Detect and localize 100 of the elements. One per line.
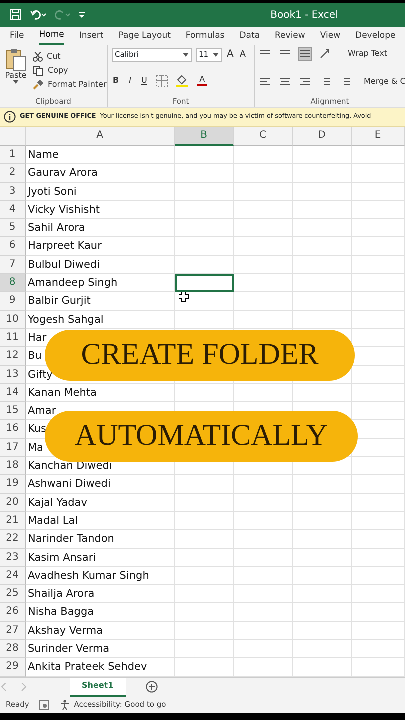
row-header[interactable]: 21 [0, 512, 26, 530]
paste-button[interactable]: Paste [4, 48, 28, 96]
table-cell [352, 292, 405, 311]
column-header[interactable]: E [352, 127, 405, 146]
table-cell [352, 146, 405, 164]
ribbon-tab[interactable]: Formulas [186, 27, 225, 45]
row-header[interactable]: 29 [0, 658, 26, 677]
row-header[interactable]: 22 [0, 530, 26, 549]
row-header[interactable]: 11 [0, 328, 26, 348]
table-cell [293, 182, 352, 201]
row-header[interactable]: 26 [0, 603, 26, 622]
row-header[interactable]: 24 [0, 566, 26, 586]
ribbon-tab[interactable]: View [320, 27, 341, 45]
row-header[interactable]: 23 [0, 548, 26, 567]
table-cell: Balbir Gurjit [26, 292, 175, 311]
table-cell: Amandeep Singh [26, 274, 175, 292]
row-header[interactable]: 2 [0, 164, 26, 183]
table-cell [175, 512, 234, 530]
table-cell [234, 256, 293, 274]
row-header[interactable]: 1 [0, 146, 26, 164]
borders-icon[interactable] [156, 74, 168, 87]
format-painter-button[interactable]: Format Painter [32, 80, 108, 90]
table-cell [293, 585, 352, 604]
table-cell [175, 530, 234, 549]
table-cell [234, 146, 293, 164]
ribbon-tab[interactable]: Page Layout [118, 27, 171, 45]
ribbon-tab[interactable]: Review [275, 27, 306, 45]
row-header[interactable]: 9 [0, 292, 26, 311]
brush-icon [33, 80, 44, 90]
italic-button[interactable]: I [128, 76, 132, 85]
copy-button[interactable]: Copy [32, 66, 108, 76]
table-cell: Sahil Arora [26, 219, 175, 238]
underline-button[interactable]: U [140, 76, 148, 85]
fill-bucket-icon[interactable] [176, 74, 188, 87]
caret-icon [213, 53, 219, 57]
sheet-tab[interactable]: Sheet1 [70, 678, 126, 697]
table-cell [293, 640, 352, 658]
row-header[interactable]: 27 [0, 622, 26, 640]
table-cell: Madal Lal [26, 512, 175, 530]
accessibility-icon [60, 700, 70, 710]
orientation-icon[interactable] [319, 48, 331, 60]
row-header[interactable]: 13 [0, 366, 26, 384]
row-header[interactable]: 15 [0, 402, 26, 420]
increase-font-size-button[interactable]: A [226, 50, 235, 60]
ribbon-tab[interactable]: Develope [356, 27, 396, 45]
row-header[interactable]: 25 [0, 585, 26, 604]
row-header[interactable]: 5 [0, 219, 26, 238]
table-cell: Ashwani Diwedi [26, 475, 175, 494]
ribbon-tab[interactable]: File [10, 27, 24, 45]
row-header[interactable]: 7 [0, 256, 26, 274]
undo-icon[interactable] [30, 9, 46, 21]
column-header[interactable]: A [26, 127, 175, 146]
row-header[interactable]: 4 [0, 200, 26, 220]
align-center-icon[interactable] [279, 76, 291, 88]
ribbon-tab[interactable]: Insert [79, 27, 104, 45]
row-header[interactable]: 28 [0, 640, 26, 658]
row-header[interactable]: 8 [0, 274, 26, 292]
row-header[interactable]: 19 [0, 475, 26, 494]
align-right-icon[interactable] [299, 76, 311, 88]
decrease-font-size-button[interactable]: A [238, 50, 248, 60]
table-cell [234, 548, 293, 567]
table-cell [293, 530, 352, 549]
table-cell [352, 310, 405, 329]
column-header[interactable]: D [293, 127, 352, 146]
table-cell: Yogesh Sahgal [26, 310, 175, 329]
bold-button[interactable]: B [112, 76, 120, 85]
table-cell [175, 146, 234, 164]
table-cell [234, 640, 293, 658]
macro-record-icon[interactable] [39, 700, 50, 710]
row-header[interactable]: 16 [0, 420, 26, 439]
row-header[interactable]: 17 [0, 438, 26, 458]
table-cell [352, 402, 405, 420]
ribbon-tab[interactable]: Data [240, 27, 260, 45]
column-header[interactable]: B [175, 127, 234, 146]
add-sheet-icon[interactable] [146, 681, 158, 694]
column-header[interactable]: C [234, 127, 293, 146]
table-cell [234, 182, 293, 201]
wrap-text-button[interactable]: Wrap Text [347, 50, 389, 58]
row-header[interactable]: 14 [0, 384, 26, 402]
save-icon[interactable] [10, 9, 22, 21]
row-header[interactable]: 6 [0, 237, 26, 256]
active-cell[interactable] [175, 274, 234, 292]
row-header[interactable]: 10 [0, 310, 26, 329]
bottom-align-icon[interactable] [299, 48, 311, 60]
table-cell [352, 548, 405, 567]
row-header[interactable]: 18 [0, 457, 26, 476]
table-cell [234, 585, 293, 604]
row-header[interactable]: 12 [0, 347, 26, 366]
font-color-button[interactable]: A [196, 76, 208, 86]
row-header[interactable]: 20 [0, 494, 26, 512]
table-cell [293, 219, 352, 238]
info-icon [4, 111, 16, 123]
row-header[interactable]: 3 [0, 182, 26, 201]
cut-button[interactable]: Cut [32, 52, 108, 62]
table-cell [293, 164, 352, 183]
table-cell [175, 622, 234, 640]
redo-icon [54, 9, 70, 21]
customize-toolbar-icon[interactable] [78, 10, 86, 20]
table-cell [175, 182, 234, 201]
align-left-icon[interactable] [259, 76, 271, 88]
